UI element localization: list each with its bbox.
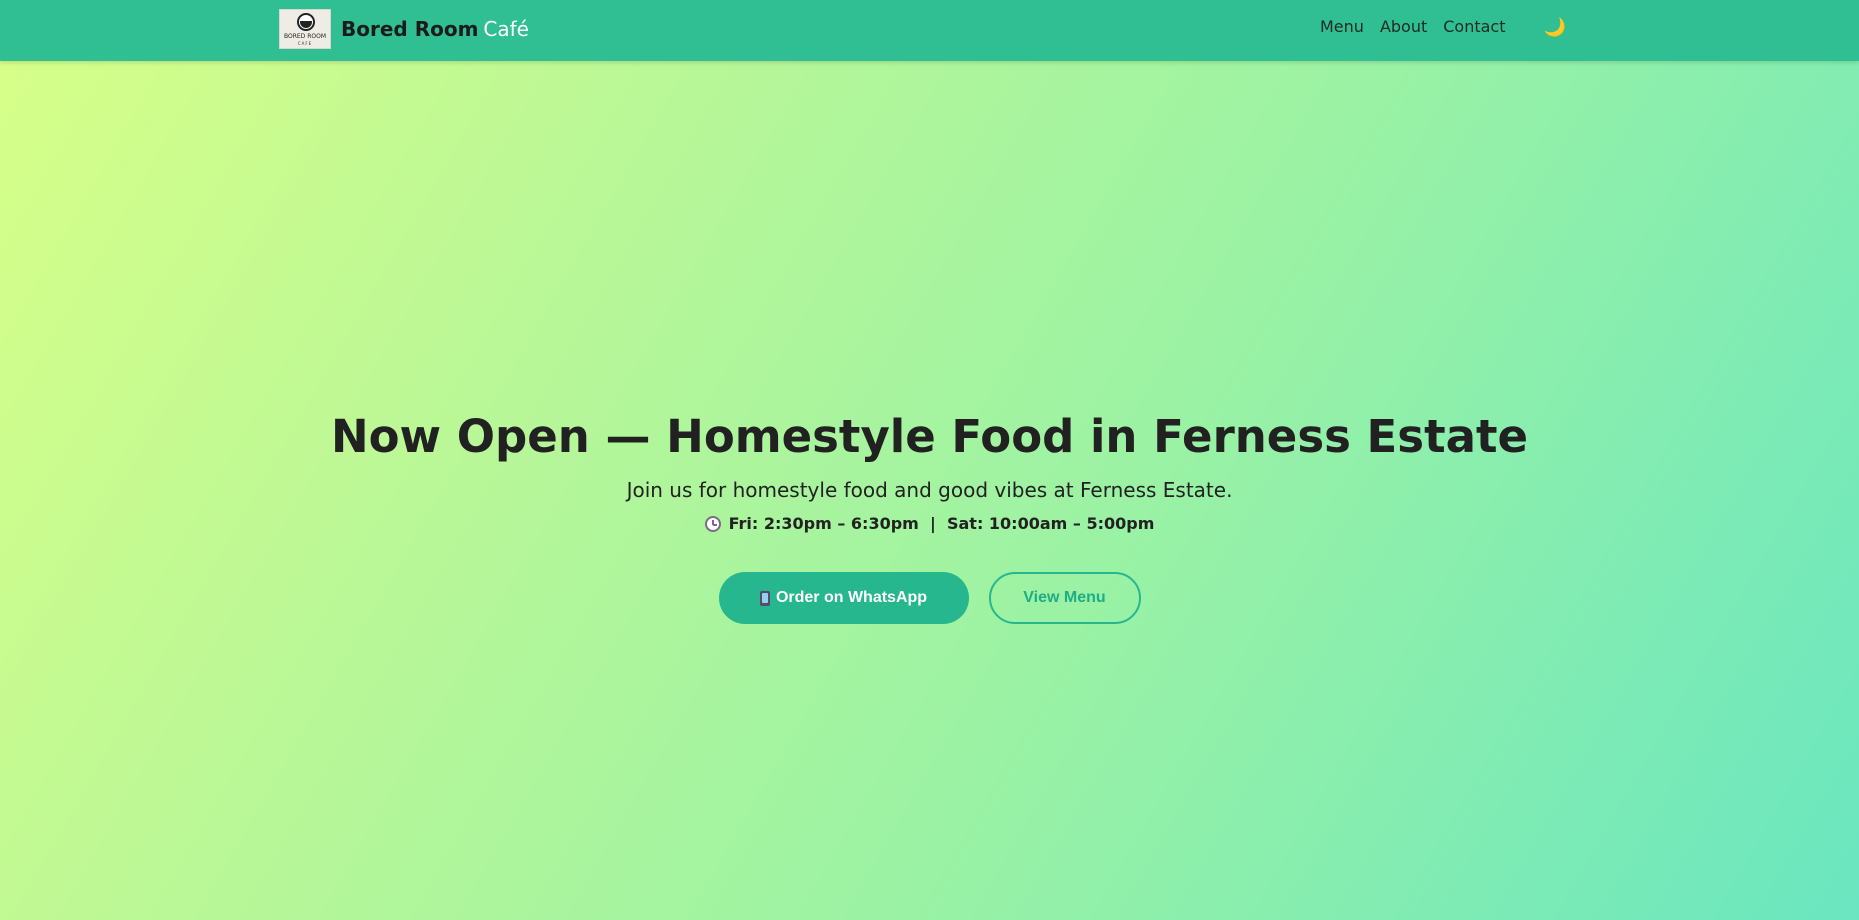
hero-title: Now Open — Homestyle Food in Ferness Est… [330,410,1528,463]
navbar: BORED ROOM CAFE Bored Room Café Menu Abo… [0,0,1859,61]
bowl-icon [297,13,315,31]
hero-subtitle: Join us for homestyle food and good vibe… [626,478,1233,502]
theme-toggle-button[interactable]: 🌙 [1543,16,1567,40]
view-menu-button[interactable]: View Menu [988,572,1141,624]
opening-hours-text: Fri: 2:30pm – 6:30pm | Sat: 10:00am – 5:… [728,514,1155,533]
brand-accent: Café [483,17,529,41]
nav-link-about[interactable]: About [1380,17,1427,36]
moon-icon: 🌙 [1543,17,1567,38]
clock-icon [704,515,721,532]
cafe-logo: BORED ROOM CAFE [279,9,331,49]
logo-subtext: CAFE [297,41,313,46]
logo-text: BORED ROOM [283,33,326,40]
brand[interactable]: BORED ROOM CAFE Bored Room Café [279,9,529,49]
nav-links: Menu About Contact [1320,17,1506,36]
order-whatsapp-button[interactable]: Order on WhatsApp [718,572,969,624]
phone-icon [759,590,770,606]
hero-buttons: Order on WhatsApp View Menu [0,572,1859,624]
brand-name: Bored Room [341,17,479,41]
nav-link-menu[interactable]: Menu [1320,17,1364,36]
order-whatsapp-label: Order on WhatsApp [775,589,928,606]
nav-link-contact[interactable]: Contact [1443,17,1505,36]
opening-hours: Fri: 2:30pm – 6:30pm | Sat: 10:00am – 5:… [0,514,1859,533]
hero-section: Now Open — Homestyle Food in Ferness Est… [0,61,1859,920]
